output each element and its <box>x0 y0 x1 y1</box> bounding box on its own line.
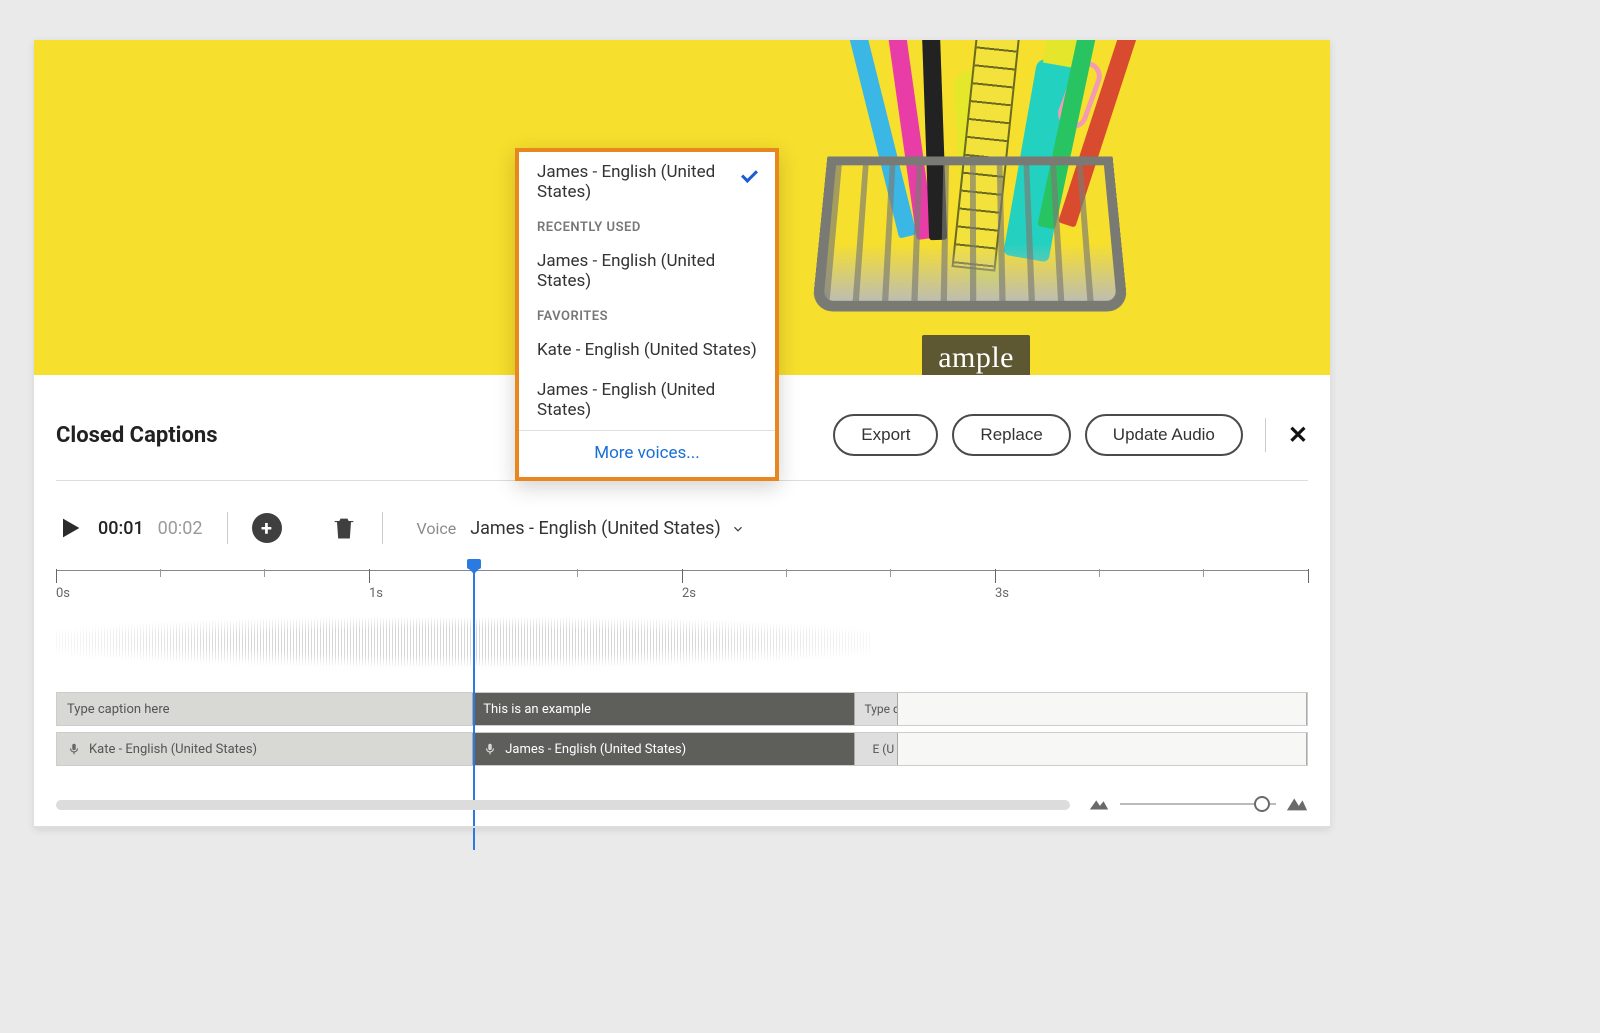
caption-clip-empty[interactable] <box>898 693 1307 725</box>
caption-clip-3[interactable]: Type capt... <box>855 693 899 725</box>
voice-dropdown[interactable]: James - English (United States) RECENTLY… <box>515 148 779 481</box>
zoom-out-icon[interactable] <box>1088 796 1110 812</box>
cart-illustration <box>760 40 1160 370</box>
export-button[interactable]: Export <box>833 414 938 456</box>
voice-option-favorite-0[interactable]: Kate - English (United States) <box>519 330 775 370</box>
chevron-down-icon <box>731 521 745 535</box>
voice-more-link[interactable]: More voices... <box>519 430 775 477</box>
voice-option-recent-0[interactable]: James - English (United States) <box>519 241 775 301</box>
voice-track[interactable]: Kate - English (United States) James - E… <box>56 732 1308 766</box>
time-current: 00:01 <box>98 518 144 539</box>
caption-clip-1[interactable]: Type caption here <box>57 693 473 725</box>
close-icon[interactable]: ✕ <box>1288 421 1308 449</box>
dropdown-header-recent: RECENTLY USED <box>519 212 775 241</box>
voice-clip-2[interactable]: James - English (United States) <box>473 733 854 765</box>
voice-clip-empty[interactable] <box>898 733 1307 765</box>
voice-option-selected[interactable]: James - English (United States) <box>519 152 775 212</box>
caption-track[interactable]: Type caption here This is an example Typ… <box>56 692 1308 726</box>
toolbar: 00:01 00:02 + Voice James - English (Uni… <box>56 502 1308 554</box>
zoom-handle[interactable] <box>1254 796 1270 812</box>
zoom-slider[interactable] <box>1120 803 1276 805</box>
voice-option-favorite-1[interactable]: James - English (United States) <box>519 370 775 430</box>
tick-label: 0s <box>56 586 70 601</box>
tick-label: 2s <box>682 586 696 601</box>
play-icon[interactable] <box>56 514 84 542</box>
tick-label: 1s <box>369 586 383 601</box>
dropdown-header-favorites: FAVORITES <box>519 301 775 330</box>
caption-clip-2[interactable]: This is an example <box>473 693 854 725</box>
panel-title: Closed Captions <box>56 423 218 448</box>
voice-label: Voice <box>417 519 457 538</box>
waveform <box>56 618 870 666</box>
replace-button[interactable]: Replace <box>952 414 1070 456</box>
slide-caption-text: ample <box>922 335 1030 375</box>
time-total: 00:02 <box>158 518 203 539</box>
timeline-scrollbar[interactable] <box>56 800 1070 810</box>
zoom-in-icon[interactable] <box>1286 796 1308 812</box>
mic-icon <box>483 742 497 756</box>
voice-select[interactable]: James - English (United States) <box>470 518 745 539</box>
update-audio-button[interactable]: Update Audio <box>1085 414 1243 456</box>
timeline[interactable]: 0s 1s 2s 3s Type caption here This is an… <box>56 570 1308 820</box>
voice-selected-text: James - English (United States) <box>470 518 721 539</box>
mic-icon <box>67 742 81 756</box>
tick-label: 3s <box>995 586 1009 601</box>
trash-icon[interactable] <box>330 514 358 542</box>
voice-clip-1[interactable]: Kate - English (United States) <box>57 733 473 765</box>
zoom-control[interactable] <box>1088 790 1308 818</box>
app-stage: ample James - English (United States) RE… <box>34 40 1330 828</box>
add-caption-button[interactable]: + <box>252 513 282 543</box>
voice-clip-3[interactable]: E (U <box>855 733 899 765</box>
